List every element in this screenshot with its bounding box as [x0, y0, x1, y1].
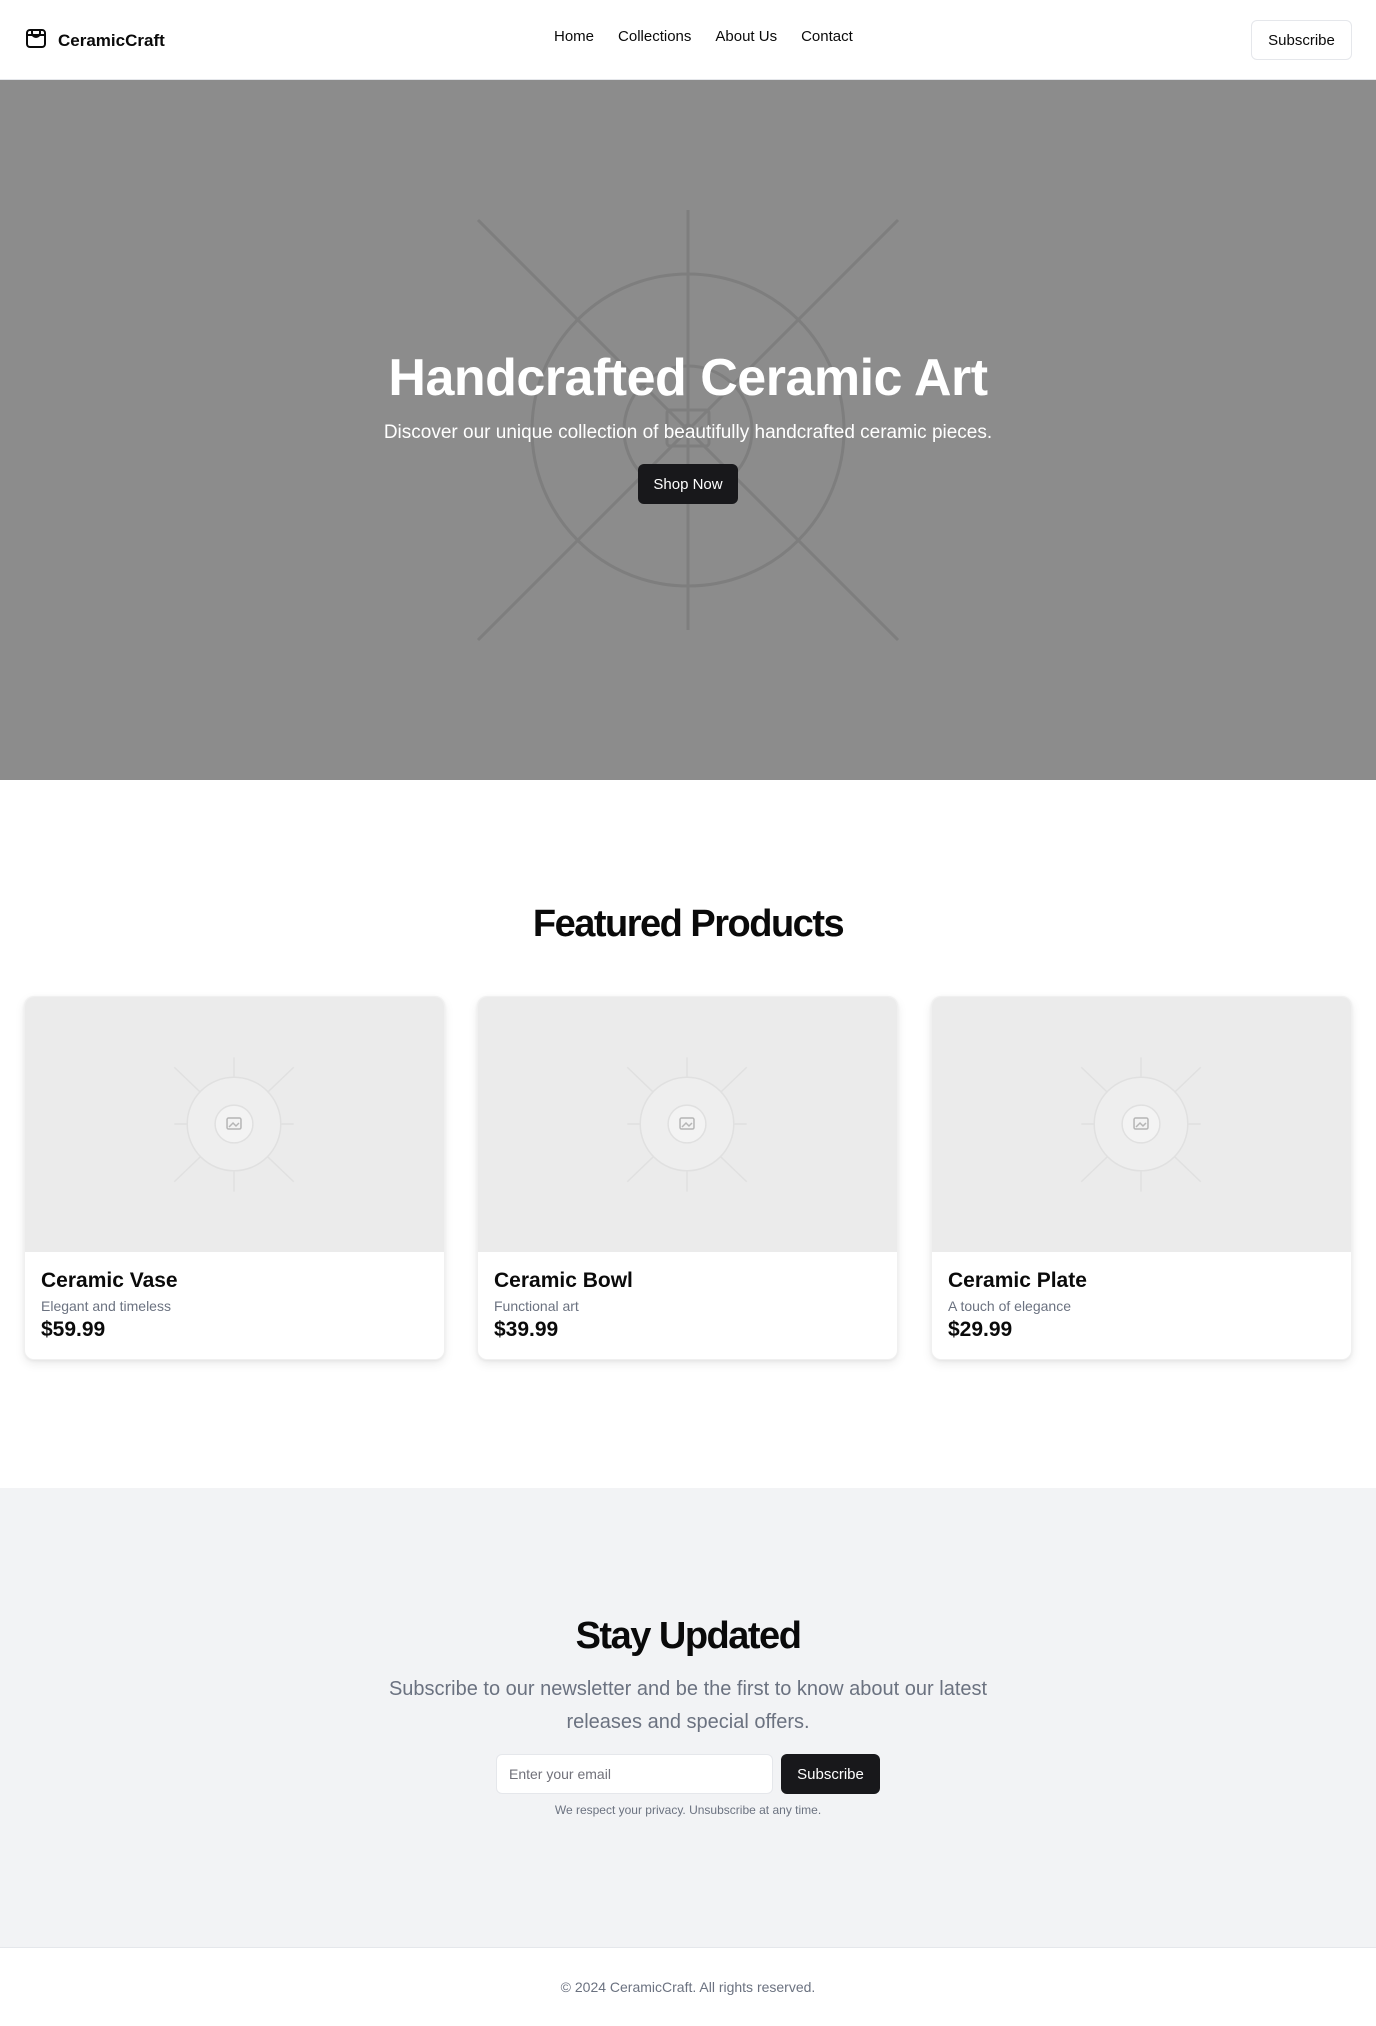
brand-name: CeramicCraft	[58, 30, 165, 50]
product-name: Ceramic Plate	[948, 1269, 1087, 1292]
store-icon	[24, 26, 48, 55]
nav-collections[interactable]: Collections	[618, 28, 691, 45]
header-subscribe-button[interactable]: Subscribe	[1251, 20, 1352, 60]
product-image	[25, 997, 444, 1252]
featured-title: Featured Products	[532, 903, 845, 945]
privacy-note: We respect your privacy. Unsubscribe at …	[554, 1803, 822, 1817]
product-name: Ceramic Bowl	[494, 1269, 633, 1292]
email-input[interactable]	[496, 1754, 773, 1794]
hero-subtitle: Discover our unique collection of beauti…	[383, 422, 993, 443]
product-image	[932, 997, 1351, 1252]
hero-section: Handcrafted Ceramic Art Discover our uni…	[0, 80, 1376, 780]
product-price: $59.99	[41, 1318, 106, 1341]
brand[interactable]: CeramicCraft	[24, 26, 165, 55]
newsletter-subscribe-button[interactable]: Subscribe	[781, 1754, 880, 1794]
product-description: Elegant and timeless	[41, 1298, 171, 1314]
main-nav: Home Collections About Us Contact	[554, 28, 853, 45]
site-header: CeramicCraft Home Collections About Us C…	[0, 0, 1376, 80]
hero-title: Handcrafted Ceramic Art	[388, 349, 988, 407]
shop-now-button[interactable]: Shop Now	[638, 464, 738, 504]
newsletter-section: Stay Updated Subscribe to our newsletter…	[0, 1488, 1376, 1947]
product-card[interactable]: Ceramic Bowl Functional art $39.99	[477, 996, 898, 1360]
newsletter-subtitle: Subscribe to our newsletter and be the f…	[388, 1678, 988, 1733]
product-description: A touch of elegance	[948, 1298, 1071, 1314]
product-name: Ceramic Vase	[41, 1269, 178, 1292]
nav-home[interactable]: Home	[554, 28, 594, 45]
product-card[interactable]: Ceramic Vase Elegant and timeless $59.99	[24, 996, 445, 1360]
image-placeholder-icon	[173, 1057, 295, 1192]
image-placeholder-icon	[1080, 1057, 1202, 1192]
nav-contact[interactable]: Contact	[801, 28, 853, 45]
site-footer: © 2024 CeramicCraft. All rights reserved…	[0, 1947, 1376, 2026]
product-price: $29.99	[948, 1318, 1013, 1341]
newsletter-title: Stay Updated	[575, 1615, 802, 1657]
product-image	[478, 997, 897, 1252]
product-price: $39.99	[494, 1318, 559, 1341]
image-placeholder-icon	[626, 1057, 748, 1192]
copyright-text: © 2024 CeramicCraft. All rights reserved…	[560, 1979, 816, 1995]
nav-about-us[interactable]: About Us	[715, 28, 777, 45]
product-description: Functional art	[494, 1298, 579, 1314]
product-card[interactable]: Ceramic Plate A touch of elegance $29.99	[931, 996, 1352, 1360]
